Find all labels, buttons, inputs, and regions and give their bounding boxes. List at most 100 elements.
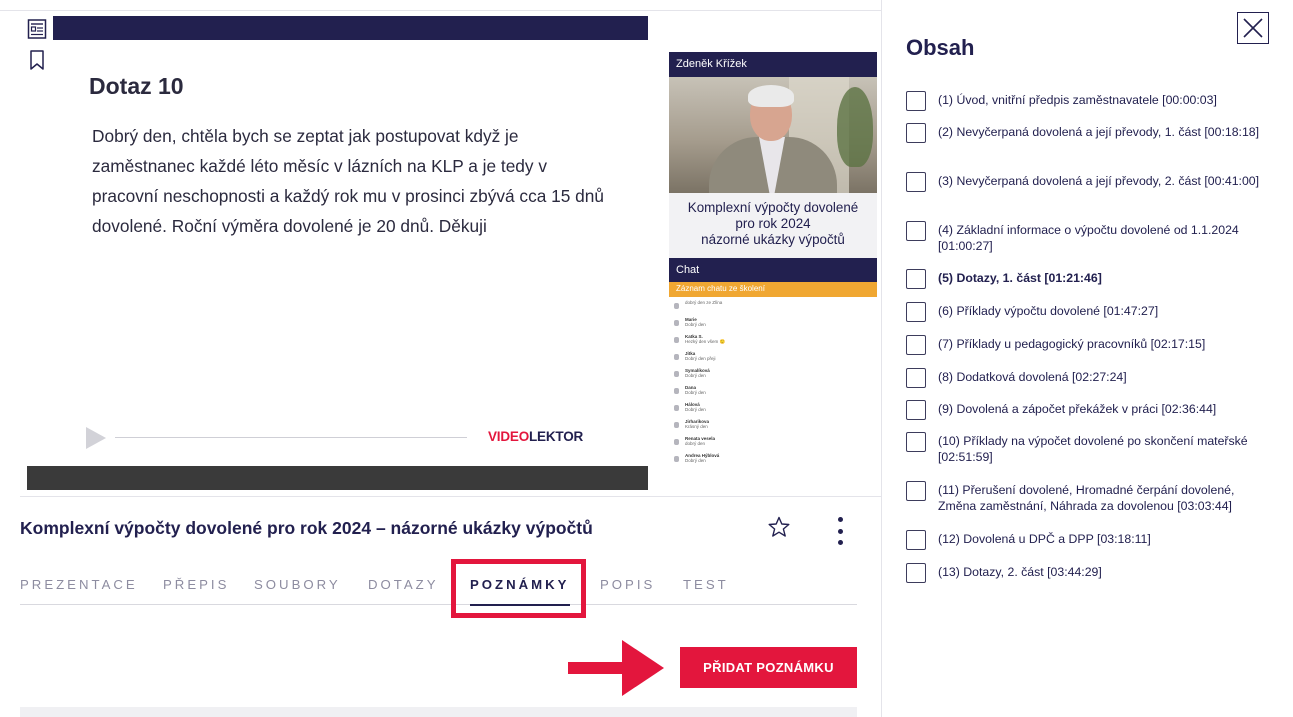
toc-checkbox[interactable]: [906, 221, 926, 241]
toc-checkbox[interactable]: [906, 91, 926, 111]
tab-test[interactable]: TEST: [683, 577, 729, 592]
tab-prepis[interactable]: PŘEPIS: [163, 577, 229, 592]
notes-list: [20, 707, 857, 717]
tab-bar: PREZENTACE PŘEPIS SOUBORY DOTAZY POZNÁMK…: [20, 572, 857, 606]
toc-item[interactable]: (4) Základní informace o výpočtu dovolen…: [906, 221, 1273, 254]
favorite-star-icon[interactable]: [767, 515, 791, 539]
user-icon: [674, 320, 679, 326]
chat-text: Krásný den: [685, 424, 708, 429]
toc-item-label: (7) Příklady u pedagogický pracovníků [0…: [938, 337, 1206, 351]
toc-item-label: (9) Dovolená a zápočet překážek v práci …: [938, 402, 1217, 416]
chat-text: Dobrý den: [685, 322, 706, 327]
chat-subheader: Záznam chatu ze školení: [669, 282, 877, 297]
toc-item[interactable]: (11) Přerušení dovolené, Hromadné čerpán…: [906, 481, 1273, 514]
toc-checkbox[interactable]: [906, 302, 926, 322]
top-divider: [0, 0, 882, 11]
bookmark-icon[interactable]: [27, 49, 47, 71]
toc-checkbox[interactable]: [906, 335, 926, 355]
video-player[interactable]: Dotaz 10 Dobrý den, chtěla bych se zepta…: [27, 16, 648, 490]
toc-item-label: (12) Dovolená u DPČ a DPP [03:18:11]: [938, 532, 1151, 546]
user-icon: [674, 405, 679, 411]
arrow-right-annotation: [568, 638, 666, 698]
user-icon: [674, 337, 679, 343]
toc-item[interactable]: (8) Dodatková dovolená [02:27:24]: [906, 368, 1273, 388]
speaker-course-title: Komplexní výpočty dovolené pro rok 2024 …: [687, 200, 859, 247]
user-icon: [674, 422, 679, 428]
toc-checkbox[interactable]: [906, 368, 926, 388]
slide-title: Dotaz 10: [89, 73, 184, 99]
toc-checkbox[interactable]: [906, 432, 926, 452]
chat-text: Dobrý den: [685, 407, 706, 412]
user-icon: [674, 371, 679, 377]
chat-text: Hezký den všem 🙂: [685, 339, 726, 344]
toc-checkbox[interactable]: [906, 269, 926, 289]
toc-item-label: (3) Nevyčerpaná dovolená a její převody,…: [938, 174, 1260, 188]
toc-checkbox[interactable]: [906, 400, 926, 420]
toc-item[interactable]: (12) Dovolená u DPČ a DPP [03:18:11]: [906, 530, 1273, 550]
toc-item-label: (1) Úvod, vnitřní předpis zaměstnavatele…: [938, 93, 1217, 107]
chat-log[interactable]: dobrý den ze Zlína Marie Dobrý den Katka S.…: [669, 297, 877, 463]
toc-item[interactable]: (7) Příklady u pedagogický pracovníků [0…: [906, 335, 1273, 355]
player-side-rail: [20, 16, 53, 108]
toc-item-label: (8) Dodatková dovolená [02:27:24]: [938, 370, 1127, 384]
transcript-icon[interactable]: [27, 18, 47, 40]
player-bottom-bar: [27, 466, 648, 490]
toc-checkbox[interactable]: [906, 563, 926, 583]
chat-text: Dobrý den: [685, 373, 706, 378]
chat-text: dobrý den: [685, 441, 706, 446]
chat-message: Katka S. Hezký den všem 🙂: [674, 334, 877, 351]
chat-message: Hálová Dobrý den: [674, 402, 877, 419]
toc-item-label: (5) Dotazy, 1. část [01:21:46]: [938, 271, 1102, 285]
chat-text: Dobrý den: [685, 458, 706, 463]
play-icon[interactable]: [85, 426, 107, 450]
tab-popis[interactable]: POPIS: [600, 577, 655, 592]
course-title: Komplexní výpočty dovolené pro rok 2024 …: [20, 518, 593, 538]
toc-item[interactable]: (5) Dotazy, 1. část [01:21:46]: [906, 269, 1273, 289]
toc-item-label: (4) Základní informace o výpočtu dovolen…: [938, 223, 1239, 253]
contents-drawer: Obsah (1) Úvod, vnitřní předpis zaměstna…: [881, 0, 1293, 717]
speaker-photo: [669, 77, 877, 193]
drawer-title: Obsah: [906, 35, 975, 60]
toc-item-label: (11) Přerušení dovolené, Hromadné čerpán…: [938, 483, 1235, 513]
progress-track[interactable]: [115, 437, 467, 438]
tab-prezentace[interactable]: PREZENTACE: [20, 577, 138, 592]
toc-item-label: (10) Příklady na výpočet dovolené po sko…: [938, 434, 1248, 464]
speaker-panel: Zdeněk Křížek Komplexní výpočty dovolené…: [669, 52, 877, 463]
toc-item-label: (2) Nevyčerpaná dovolená a její převody,…: [938, 125, 1260, 139]
chat-text: Dobrý den přeji: [685, 356, 716, 361]
chat-message: Dana Dobrý den: [674, 385, 877, 402]
tab-dotazy[interactable]: DOTAZY: [368, 577, 439, 592]
chat-message: Symalíková Dobrý den: [674, 368, 877, 385]
chat-message: Jitka Dobrý den přeji: [674, 351, 877, 368]
toc-item-label: (6) Příklady výpočtu dovolené [01:47:27]: [938, 304, 1159, 318]
chat-text: Dobrý den: [685, 390, 706, 395]
add-note-button[interactable]: PŘIDAT POZNÁMKU: [680, 647, 857, 688]
toc-item[interactable]: (2) Nevyčerpaná dovolená a její převody,…: [906, 123, 1273, 143]
chat-message: Jirharikova Krásný den: [674, 419, 877, 436]
toc-checkbox[interactable]: [906, 481, 926, 501]
user-icon: [674, 303, 679, 309]
chat-text: dobrý den ze Zlína: [685, 300, 723, 305]
toc-item[interactable]: (6) Příklady výpočtu dovolené [01:47:27]: [906, 302, 1273, 322]
divider: [20, 496, 882, 497]
toc-item[interactable]: (3) Nevyčerpaná dovolená a její převody,…: [906, 172, 1273, 192]
toc-checkbox[interactable]: [906, 172, 926, 192]
more-options-icon[interactable]: [832, 514, 848, 548]
chat-message: Renata vesela dobrý den: [674, 436, 877, 453]
chat-message: Marie Dobrý den: [674, 317, 877, 334]
toc-checkbox[interactable]: [906, 123, 926, 143]
user-icon: [674, 354, 679, 360]
chat-message: Andrea Hýblová Dobrý den: [674, 453, 877, 470]
user-icon: [674, 388, 679, 394]
toc-item[interactable]: (10) Příklady na výpočet dovolené po sko…: [906, 432, 1273, 465]
toc-item[interactable]: (1) Úvod, vnitřní předpis zaměstnavatele…: [906, 91, 1273, 111]
toc-item[interactable]: (13) Dotazy, 2. část [03:44:29]: [906, 563, 1273, 583]
slide-text: Dobrý den, chtěla bych se zeptat jak pos…: [92, 126, 604, 236]
toc-item[interactable]: (9) Dovolená a zápočet překážek v práci …: [906, 400, 1273, 420]
user-icon: [674, 456, 679, 462]
user-icon: [674, 439, 679, 445]
tab-soubory[interactable]: SOUBORY: [254, 577, 341, 592]
player-top-bar: [53, 16, 648, 40]
close-icon[interactable]: [1237, 12, 1269, 44]
toc-checkbox[interactable]: [906, 530, 926, 550]
